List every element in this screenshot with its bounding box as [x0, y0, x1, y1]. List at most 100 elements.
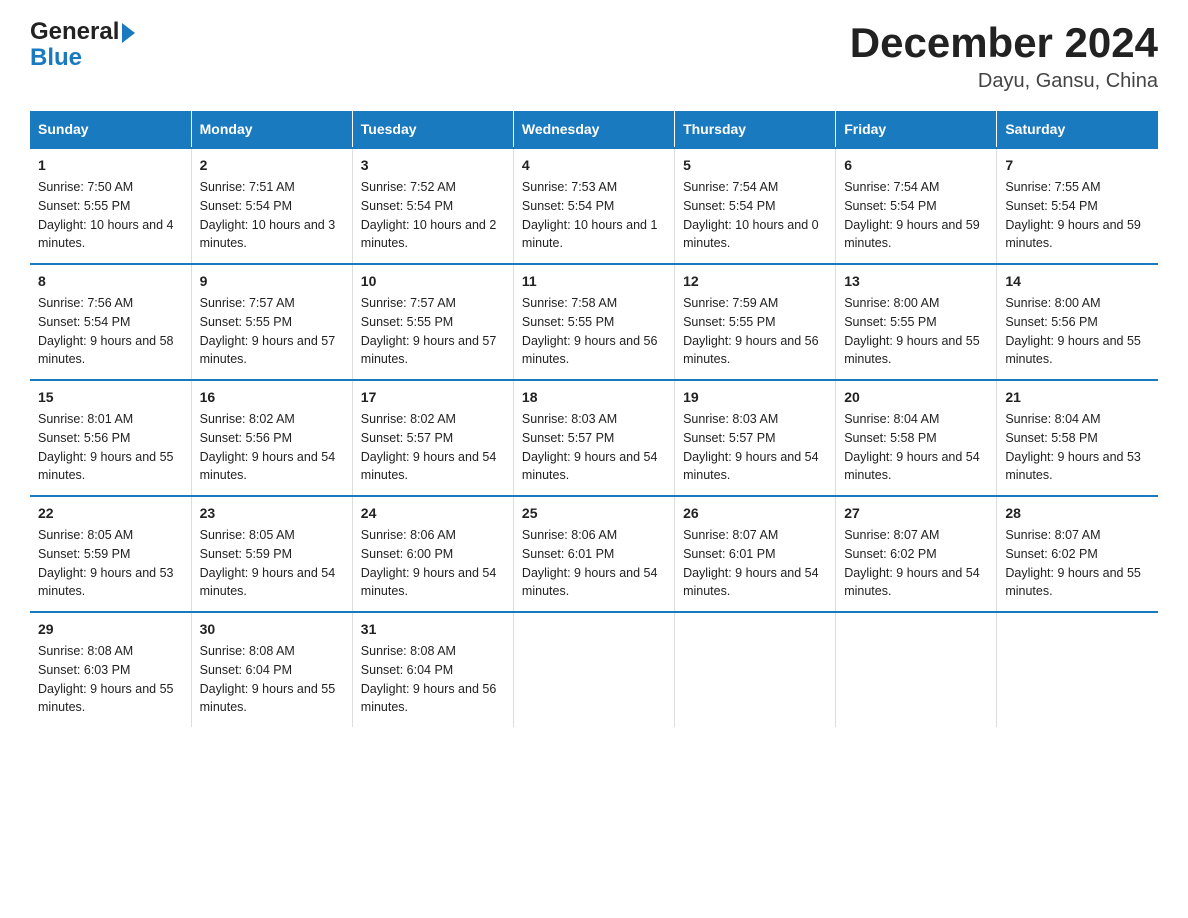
logo-blue-text: Blue	[30, 44, 82, 71]
day-info: Sunrise: 8:08 AMSunset: 6:04 PMDaylight:…	[361, 644, 497, 714]
day-info: Sunrise: 8:02 AMSunset: 5:56 PMDaylight:…	[200, 412, 336, 482]
calendar-cell: 11 Sunrise: 7:58 AMSunset: 5:55 PMDaylig…	[513, 264, 674, 380]
calendar-cell: 15 Sunrise: 8:01 AMSunset: 5:56 PMDaylig…	[30, 380, 191, 496]
calendar-week-row: 15 Sunrise: 8:01 AMSunset: 5:56 PMDaylig…	[30, 380, 1158, 496]
day-number: 15	[38, 387, 183, 408]
calendar-cell: 28 Sunrise: 8:07 AMSunset: 6:02 PMDaylig…	[997, 496, 1158, 612]
day-number: 24	[361, 503, 505, 524]
column-header-saturday: Saturday	[997, 111, 1158, 148]
day-info: Sunrise: 8:03 AMSunset: 5:57 PMDaylight:…	[683, 412, 819, 482]
calendar-cell: 13 Sunrise: 8:00 AMSunset: 5:55 PMDaylig…	[836, 264, 997, 380]
page-subtitle: Dayu, Gansu, China	[850, 70, 1158, 93]
day-info: Sunrise: 8:00 AMSunset: 5:56 PMDaylight:…	[1005, 296, 1141, 366]
calendar-week-row: 1 Sunrise: 7:50 AMSunset: 5:55 PMDayligh…	[30, 148, 1158, 264]
day-info: Sunrise: 7:54 AMSunset: 5:54 PMDaylight:…	[844, 180, 980, 250]
day-info: Sunrise: 8:01 AMSunset: 5:56 PMDaylight:…	[38, 412, 174, 482]
day-info: Sunrise: 8:07 AMSunset: 6:01 PMDaylight:…	[683, 528, 819, 598]
calendar-cell: 7 Sunrise: 7:55 AMSunset: 5:54 PMDayligh…	[997, 148, 1158, 264]
calendar-cell: 8 Sunrise: 7:56 AMSunset: 5:54 PMDayligh…	[30, 264, 191, 380]
day-number: 3	[361, 155, 505, 176]
calendar-week-row: 8 Sunrise: 7:56 AMSunset: 5:54 PMDayligh…	[30, 264, 1158, 380]
day-info: Sunrise: 8:03 AMSunset: 5:57 PMDaylight:…	[522, 412, 658, 482]
day-number: 21	[1005, 387, 1150, 408]
calendar-cell: 29 Sunrise: 8:08 AMSunset: 6:03 PMDaylig…	[30, 612, 191, 727]
day-number: 30	[200, 619, 344, 640]
day-number: 1	[38, 155, 183, 176]
day-number: 13	[844, 271, 988, 292]
day-info: Sunrise: 7:59 AMSunset: 5:55 PMDaylight:…	[683, 296, 819, 366]
day-number: 23	[200, 503, 344, 524]
day-number: 29	[38, 619, 183, 640]
column-header-friday: Friday	[836, 111, 997, 148]
day-number: 4	[522, 155, 666, 176]
page-header: General Blue December 2024 Dayu, Gansu, …	[30, 20, 1158, 93]
title-block: December 2024 Dayu, Gansu, China	[850, 20, 1158, 93]
calendar-cell: 3 Sunrise: 7:52 AMSunset: 5:54 PMDayligh…	[352, 148, 513, 264]
calendar-cell	[675, 612, 836, 727]
page-title: December 2024	[850, 20, 1158, 66]
calendar-cell: 26 Sunrise: 8:07 AMSunset: 6:01 PMDaylig…	[675, 496, 836, 612]
day-number: 7	[1005, 155, 1150, 176]
logo-general-text: General	[30, 20, 119, 44]
calendar-table: SundayMondayTuesdayWednesdayThursdayFrid…	[30, 111, 1158, 727]
column-header-wednesday: Wednesday	[513, 111, 674, 148]
calendar-week-row: 29 Sunrise: 8:08 AMSunset: 6:03 PMDaylig…	[30, 612, 1158, 727]
calendar-cell: 27 Sunrise: 8:07 AMSunset: 6:02 PMDaylig…	[836, 496, 997, 612]
day-info: Sunrise: 8:08 AMSunset: 6:03 PMDaylight:…	[38, 644, 174, 714]
day-number: 11	[522, 271, 666, 292]
day-number: 28	[1005, 503, 1150, 524]
calendar-cell: 14 Sunrise: 8:00 AMSunset: 5:56 PMDaylig…	[997, 264, 1158, 380]
day-number: 12	[683, 271, 827, 292]
day-info: Sunrise: 7:51 AMSunset: 5:54 PMDaylight:…	[200, 180, 336, 250]
column-header-tuesday: Tuesday	[352, 111, 513, 148]
calendar-cell: 5 Sunrise: 7:54 AMSunset: 5:54 PMDayligh…	[675, 148, 836, 264]
calendar-cell: 9 Sunrise: 7:57 AMSunset: 5:55 PMDayligh…	[191, 264, 352, 380]
logo: General Blue	[30, 20, 135, 72]
calendar-cell: 24 Sunrise: 8:06 AMSunset: 6:00 PMDaylig…	[352, 496, 513, 612]
day-info: Sunrise: 8:00 AMSunset: 5:55 PMDaylight:…	[844, 296, 980, 366]
day-number: 27	[844, 503, 988, 524]
calendar-cell: 2 Sunrise: 7:51 AMSunset: 5:54 PMDayligh…	[191, 148, 352, 264]
calendar-cell: 6 Sunrise: 7:54 AMSunset: 5:54 PMDayligh…	[836, 148, 997, 264]
day-number: 20	[844, 387, 988, 408]
day-number: 26	[683, 503, 827, 524]
calendar-cell: 23 Sunrise: 8:05 AMSunset: 5:59 PMDaylig…	[191, 496, 352, 612]
day-info: Sunrise: 7:55 AMSunset: 5:54 PMDaylight:…	[1005, 180, 1141, 250]
day-info: Sunrise: 8:02 AMSunset: 5:57 PMDaylight:…	[361, 412, 497, 482]
day-info: Sunrise: 7:57 AMSunset: 5:55 PMDaylight:…	[200, 296, 336, 366]
day-info: Sunrise: 8:05 AMSunset: 5:59 PMDaylight:…	[200, 528, 336, 598]
day-number: 8	[38, 271, 183, 292]
calendar-cell: 18 Sunrise: 8:03 AMSunset: 5:57 PMDaylig…	[513, 380, 674, 496]
calendar-cell: 25 Sunrise: 8:06 AMSunset: 6:01 PMDaylig…	[513, 496, 674, 612]
calendar-cell: 12 Sunrise: 7:59 AMSunset: 5:55 PMDaylig…	[675, 264, 836, 380]
day-info: Sunrise: 7:54 AMSunset: 5:54 PMDaylight:…	[683, 180, 819, 250]
day-number: 5	[683, 155, 827, 176]
day-number: 19	[683, 387, 827, 408]
calendar-cell	[997, 612, 1158, 727]
day-info: Sunrise: 8:04 AMSunset: 5:58 PMDaylight:…	[844, 412, 980, 482]
day-number: 6	[844, 155, 988, 176]
calendar-cell	[836, 612, 997, 727]
day-info: Sunrise: 7:53 AMSunset: 5:54 PMDaylight:…	[522, 180, 658, 250]
day-info: Sunrise: 8:08 AMSunset: 6:04 PMDaylight:…	[200, 644, 336, 714]
day-info: Sunrise: 7:52 AMSunset: 5:54 PMDaylight:…	[361, 180, 497, 250]
day-number: 18	[522, 387, 666, 408]
day-info: Sunrise: 7:50 AMSunset: 5:55 PMDaylight:…	[38, 180, 174, 250]
day-info: Sunrise: 8:06 AMSunset: 6:00 PMDaylight:…	[361, 528, 497, 598]
calendar-cell: 16 Sunrise: 8:02 AMSunset: 5:56 PMDaylig…	[191, 380, 352, 496]
column-header-sunday: Sunday	[30, 111, 191, 148]
day-number: 2	[200, 155, 344, 176]
calendar-cell: 20 Sunrise: 8:04 AMSunset: 5:58 PMDaylig…	[836, 380, 997, 496]
calendar-week-row: 22 Sunrise: 8:05 AMSunset: 5:59 PMDaylig…	[30, 496, 1158, 612]
day-number: 14	[1005, 271, 1150, 292]
day-info: Sunrise: 8:07 AMSunset: 6:02 PMDaylight:…	[844, 528, 980, 598]
calendar-header-row: SundayMondayTuesdayWednesdayThursdayFrid…	[30, 111, 1158, 148]
day-info: Sunrise: 8:06 AMSunset: 6:01 PMDaylight:…	[522, 528, 658, 598]
day-info: Sunrise: 8:04 AMSunset: 5:58 PMDaylight:…	[1005, 412, 1141, 482]
day-info: Sunrise: 7:58 AMSunset: 5:55 PMDaylight:…	[522, 296, 658, 366]
calendar-cell: 10 Sunrise: 7:57 AMSunset: 5:55 PMDaylig…	[352, 264, 513, 380]
calendar-cell: 30 Sunrise: 8:08 AMSunset: 6:04 PMDaylig…	[191, 612, 352, 727]
day-info: Sunrise: 7:56 AMSunset: 5:54 PMDaylight:…	[38, 296, 174, 366]
logo-triangle-icon	[122, 23, 135, 43]
calendar-cell: 17 Sunrise: 8:02 AMSunset: 5:57 PMDaylig…	[352, 380, 513, 496]
